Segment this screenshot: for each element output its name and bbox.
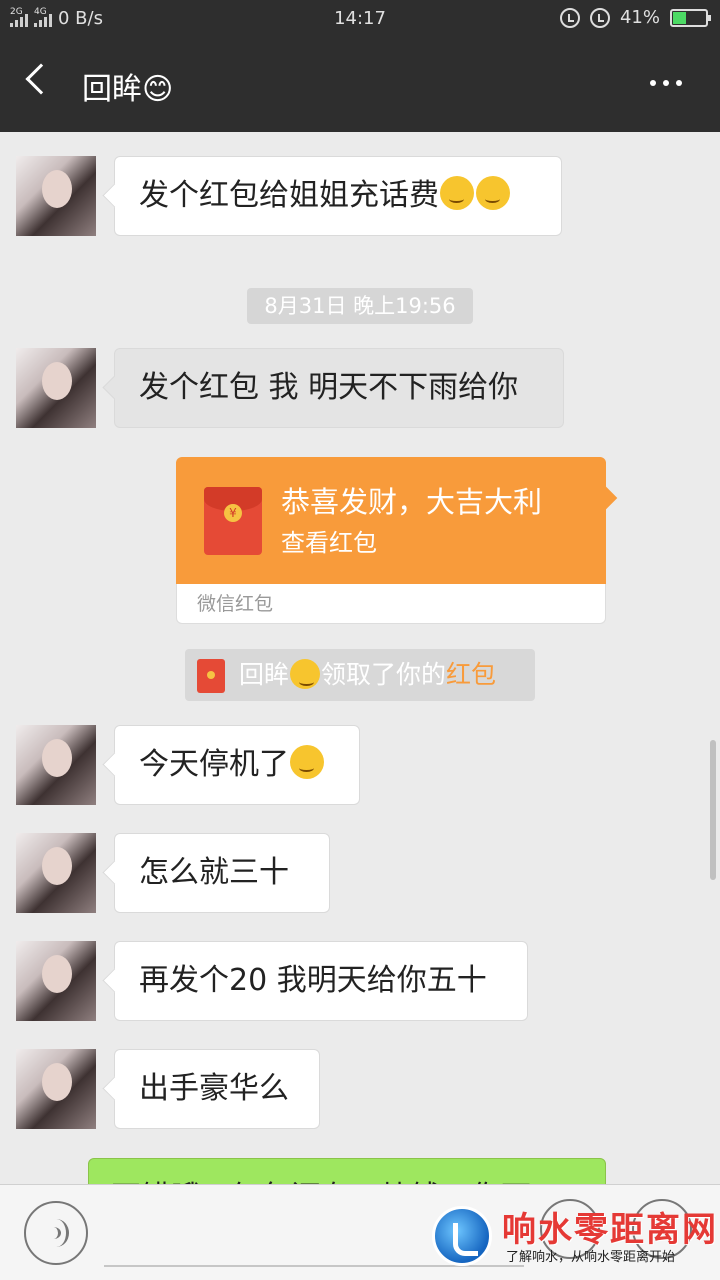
message-text: 发个红包 我 明天不下雨给你	[139, 370, 519, 405]
voice-input-button[interactable]	[24, 1201, 88, 1265]
more-options-icon[interactable]	[650, 80, 682, 86]
chat-title: 回眸😊	[82, 72, 174, 107]
message-text: 发个红包给姐姐充话费	[139, 178, 439, 213]
message-text: 今天停机了	[139, 747, 289, 782]
red-envelope-icon: ¥	[204, 487, 262, 555]
red-envelope-icon	[197, 659, 225, 693]
notice-red-packet-link[interactable]: 红包	[446, 660, 496, 689]
outgoing-message-bubble[interactable]: 不错哦，红包还有一块钱，你可	[88, 1158, 606, 1184]
message-text: 出手豪华么	[139, 1071, 289, 1106]
smile-emoji-icon	[290, 659, 321, 689]
avatar[interactable]	[16, 725, 96, 805]
battery-percent: 41%	[619, 7, 660, 28]
scrollbar[interactable]	[710, 740, 716, 880]
red-packet-received-notice: 回眸 领取了你的红包	[185, 649, 535, 701]
avatar[interactable]	[16, 941, 96, 1021]
status-right: 41%	[559, 7, 711, 28]
message-bubble[interactable]: 出手豪华么	[114, 1049, 320, 1129]
timestamp: 8月31日 晚上19:56	[247, 288, 473, 324]
yuan-symbol: ¥	[224, 504, 242, 522]
chat-area[interactable]: 发个红包给姐姐充话费 8月31日 晚上19:56 发个红包 我 明天不下雨给你 …	[0, 132, 720, 1184]
red-packet-title: 恭喜发财，大吉大利	[281, 485, 543, 519]
red-packet-message[interactable]: ¥ 恭喜发财，大吉大利 查看红包 微信红包	[176, 457, 608, 625]
message-bubble[interactable]: 今天停机了	[114, 725, 360, 805]
back-arrow-icon[interactable]	[25, 63, 57, 95]
notice-sender: 回眸	[239, 660, 290, 689]
message-text: 怎么就三十	[139, 855, 289, 890]
avatar[interactable]	[16, 833, 96, 913]
avatar[interactable]	[16, 1049, 96, 1129]
chat-header: 回眸😊	[0, 36, 720, 132]
red-packet-card[interactable]: ¥ 恭喜发财，大吉大利 查看红包	[176, 457, 606, 584]
kissing-emoji-icon	[476, 176, 510, 210]
message-bubble[interactable]: 发个红包 我 明天不下雨给你	[114, 348, 564, 428]
red-packet-subtitle: 查看红包	[281, 529, 377, 557]
watermark-name: 响水零距离网	[502, 1210, 718, 1250]
alarm-clock-icon	[589, 7, 610, 28]
watermark-logo-icon	[432, 1206, 492, 1266]
thinking-emoji-icon	[290, 745, 324, 779]
rotation-lock-icon	[559, 7, 580, 28]
battery-icon	[670, 8, 711, 27]
message-bubble[interactable]: 发个红包给姐姐充话费	[114, 156, 562, 236]
kissing-emoji-icon	[440, 176, 474, 210]
message-text: 再发个20 我明天给你五十	[139, 963, 487, 998]
notice-text: 领取了你的	[321, 660, 447, 689]
red-packet-footer: 微信红包	[176, 584, 606, 624]
battery-fill	[673, 11, 687, 24]
watermark: 响水零距离网 了解响水，从响水零距离开始	[428, 1200, 720, 1272]
avatar[interactable]	[16, 156, 96, 236]
message-bubble[interactable]: 怎么就三十	[114, 833, 330, 913]
watermark-slogan: 了解响水，从响水零距离开始	[506, 1250, 676, 1265]
avatar[interactable]	[16, 348, 96, 428]
message-bubble[interactable]: 再发个20 我明天给你五十	[114, 941, 528, 1021]
status-bar: 2G 4G 0 B/s 14:17 41%	[0, 0, 720, 36]
